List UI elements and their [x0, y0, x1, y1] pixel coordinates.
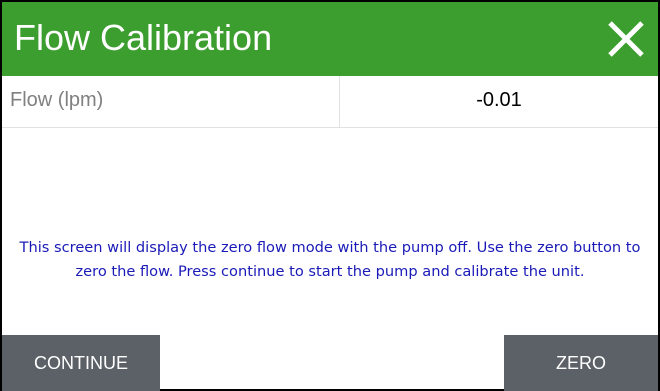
- dialog-header: Flow Calibration: [2, 2, 658, 76]
- close-button[interactable]: [602, 15, 650, 63]
- flow-calibration-dialog: Flow Calibration Flow (lpm) -0.01 This s…: [0, 0, 660, 391]
- flow-value: -0.01: [476, 89, 522, 111]
- continue-button[interactable]: CONTINUE: [2, 335, 160, 391]
- instruction-message: This screen will display the zero flow m…: [19, 239, 641, 280]
- flow-label: Flow (lpm): [10, 89, 104, 111]
- flow-reading-row: Flow (lpm) -0.01: [2, 76, 658, 128]
- dialog-title: Flow Calibration: [14, 17, 273, 58]
- zero-button[interactable]: ZERO: [504, 335, 658, 391]
- close-icon: [608, 21, 644, 57]
